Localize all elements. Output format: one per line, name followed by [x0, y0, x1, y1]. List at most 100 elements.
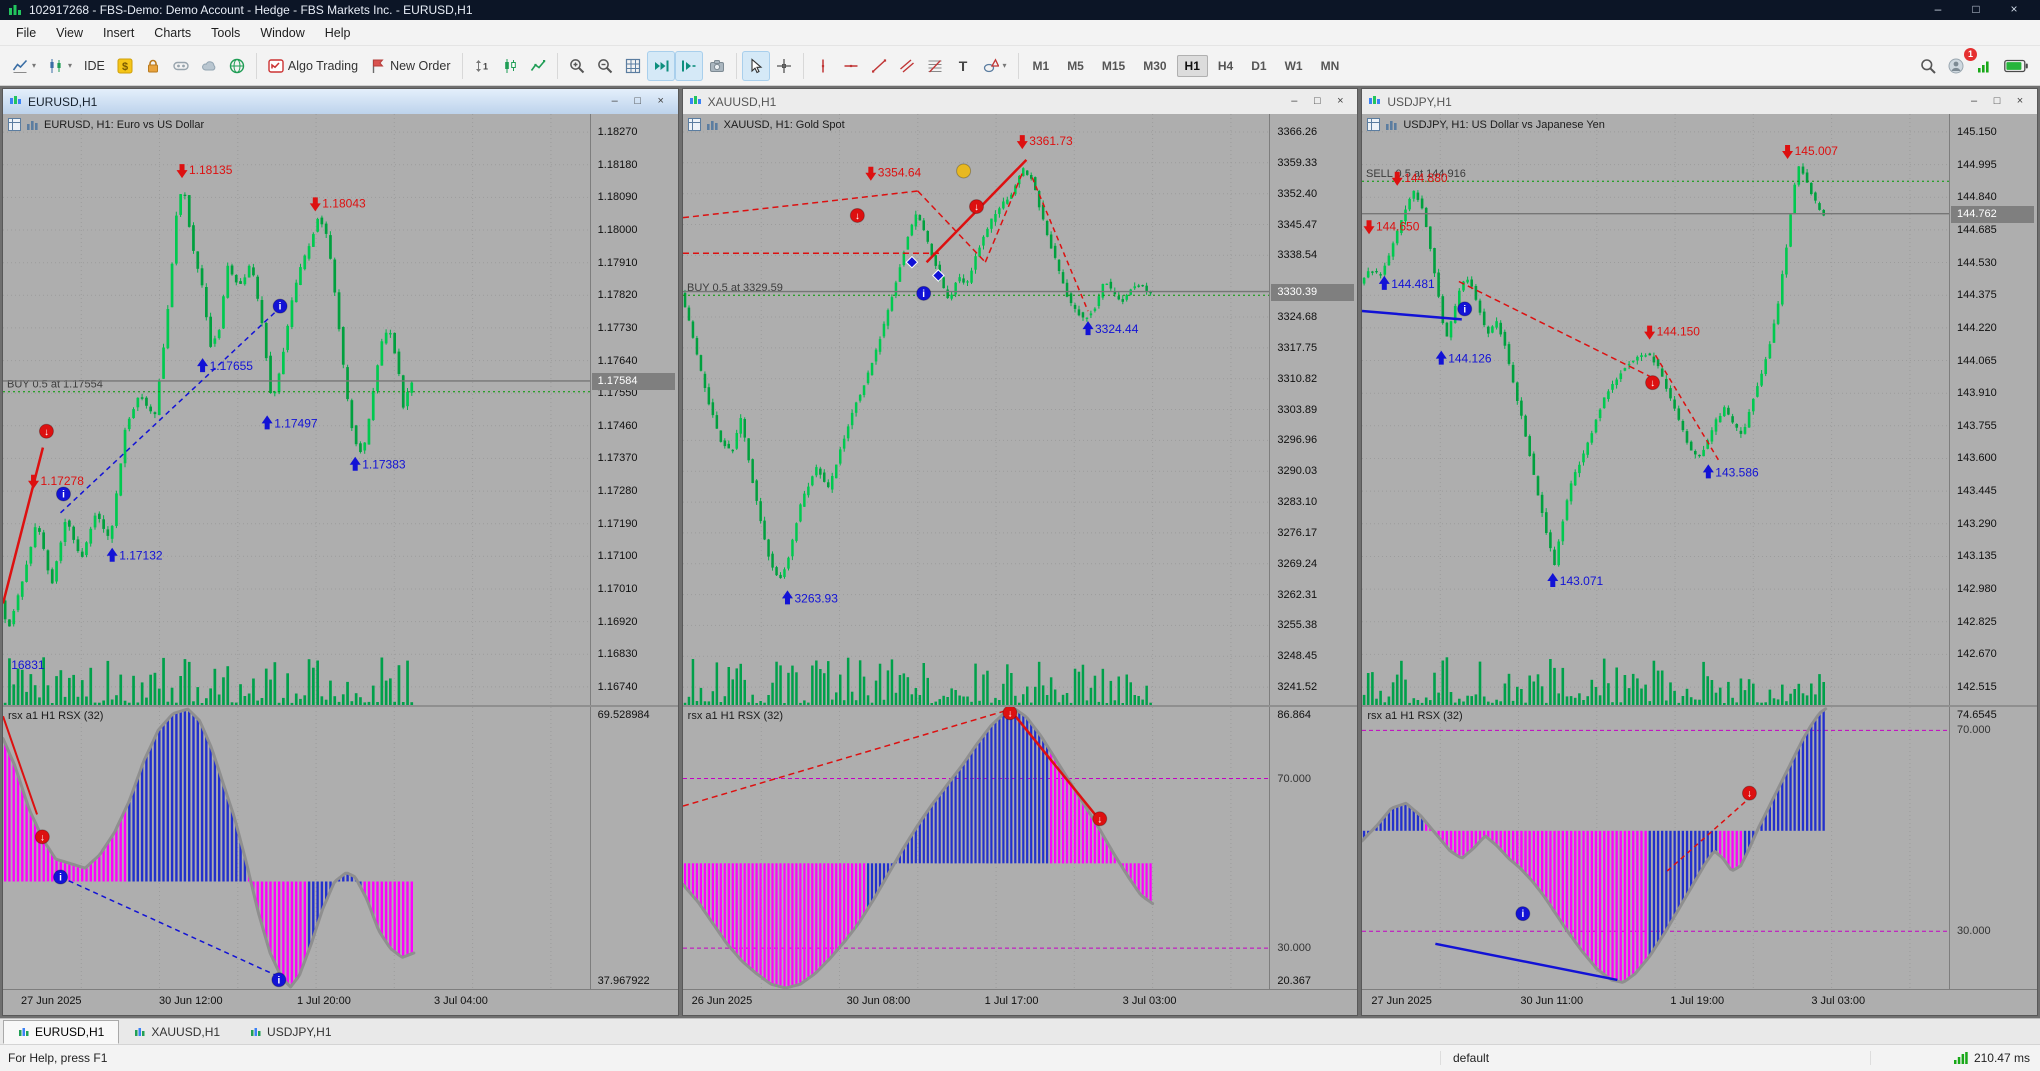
window-controls: – □ × [1920, 0, 2032, 20]
zoom-out-button[interactable] [591, 51, 619, 81]
fibonacci-button[interactable] [921, 51, 949, 81]
ide-button[interactable]: IDE [78, 51, 111, 81]
security-button[interactable] [139, 51, 167, 81]
new-order-button[interactable]: New Order [364, 51, 456, 81]
cursor-button[interactable] [741, 50, 770, 81]
indicator-area[interactable]: ↓ ↓ rsx a1 H1 RSX (32) [682, 707, 1270, 989]
menu-help[interactable]: Help [315, 23, 361, 43]
price-axis[interactable]: 145.150 144.995 144.840 144.685 144.530 144.3… [1949, 114, 2038, 705]
price-tick: 3310.82 [1277, 373, 1318, 385]
timeframe-m30-button[interactable]: M30 [1135, 55, 1174, 77]
app-titlebar: 102917268 - FBS-Demo: Demo Account - Hed… [0, 0, 2040, 20]
chart-maximize-button[interactable]: □ [627, 93, 649, 111]
battery-indicator[interactable] [1998, 51, 2034, 81]
chart-minimize-button[interactable]: – [604, 93, 626, 111]
timeframe-mn-button[interactable]: MN [1313, 55, 1348, 77]
status-profile[interactable]: default [1440, 1051, 1870, 1065]
market-button[interactable] [223, 51, 251, 81]
candlestick-chart-button[interactable] [496, 51, 524, 81]
channel-button[interactable] [893, 51, 921, 81]
chart-close-button[interactable]: × [2009, 93, 2031, 111]
indicator-axis[interactable]: 86.864 20.367 70.000 30.000 [1269, 707, 1358, 989]
tab-usdjpy[interactable]: USDJPY,H1 [235, 1020, 346, 1044]
timeframe-w1-button[interactable]: W1 [1277, 55, 1311, 77]
connection-status[interactable]: 210.47 ms [1870, 1051, 2040, 1065]
tile-windows-button[interactable] [619, 51, 647, 81]
time-axis-label: 26 Jun 2025 [691, 995, 753, 1007]
menu-charts[interactable]: Charts [144, 23, 201, 43]
timeframe-m15-button[interactable]: M15 [1094, 55, 1133, 77]
horizontal-line-button[interactable] [837, 51, 865, 81]
menu-tools[interactable]: Tools [201, 23, 250, 43]
chart-window-titlebar[interactable]: USDJPY,H1 – □ × [1362, 89, 2038, 114]
candlestick-canvas[interactable]: SELL 0.5 at 144.916i↓145.007144.880144.6… [1362, 114, 1950, 705]
signal-price-label: 144.880 [1405, 171, 1449, 185]
maximize-button[interactable]: □ [1958, 0, 1994, 20]
time-axis-label: 3 Jul 03:00 [1811, 995, 1866, 1007]
timeframe-m1-button[interactable]: M1 [1025, 55, 1058, 77]
chart-minimize-button[interactable]: – [1963, 93, 1985, 111]
tab-xauusd[interactable]: XAUUSD,H1 [119, 1020, 235, 1044]
crosshair-button[interactable] [770, 51, 798, 81]
chart-minimize-button[interactable]: – [1283, 93, 1305, 111]
chart-shift-button[interactable] [674, 50, 703, 81]
scale-fix-button[interactable]: 1 [468, 51, 496, 81]
menu-insert[interactable]: Insert [93, 23, 144, 43]
chart-type-button[interactable]: ▾ [42, 51, 78, 81]
menu-file[interactable]: File [6, 23, 46, 43]
rsx-indicator-canvas[interactable]: ↓↓ [682, 707, 1270, 989]
auto-scroll-button[interactable] [646, 50, 675, 81]
time-axis[interactable]: 26 Jun 2025 30 Jun 08:00 1 Jul 17:00 3 Jul … [682, 989, 1358, 1015]
menu-window[interactable]: Window [250, 23, 314, 43]
price-tick: 1.17190 [597, 518, 638, 530]
menu-view[interactable]: View [46, 23, 93, 43]
time-axis[interactable]: 27 Jun 2025 30 Jun 11:00 1 Jul 19:00 3 Jul … [1362, 989, 2038, 1015]
algo-trading-button[interactable]: Algo Trading [262, 51, 364, 81]
chart-window-titlebar[interactable]: EURUSD,H1 – □ × [3, 89, 678, 114]
indicator-area[interactable]: ↓ i i rsx a1 H1 RSX (32) [3, 707, 590, 989]
price-axis[interactable]: 3366.26 3359.33 3352.40 3345.47 3338.54 3324.… [1269, 114, 1358, 705]
candlestick-canvas[interactable]: BUY 0.5 at 1.17554↓ii1.181351.180431.172… [3, 114, 590, 705]
svg-text:$: $ [122, 61, 128, 73]
chart-maximize-button[interactable]: □ [1306, 93, 1328, 111]
indicators-button[interactable]: ▾ [6, 51, 42, 81]
line-chart-button[interactable] [524, 51, 552, 81]
indicator-area[interactable]: i ↓ rsx a1 H1 RSX (32) [1362, 707, 1950, 989]
close-button[interactable]: × [1996, 0, 2032, 20]
chart-window-titlebar[interactable]: XAUUSD,H1 – □ × [682, 89, 1358, 114]
minimize-button[interactable]: – [1920, 0, 1956, 20]
trendline-button[interactable] [865, 51, 893, 81]
indicator-axis[interactable]: 69.528984 37.967922 [589, 707, 678, 989]
chart-close-button[interactable]: × [1329, 93, 1351, 111]
rsx-indicator-canvas[interactable]: ↓ i i [3, 707, 590, 989]
rsx-indicator-canvas[interactable]: i↓ [1362, 707, 1950, 989]
window-title: 102917268 - FBS-Demo: Demo Account - Hed… [29, 3, 473, 17]
indicator-axis[interactable]: 74.6545 70.000 30.000 [1949, 707, 2038, 989]
text-tool-button[interactable]: T [949, 51, 977, 81]
api-button[interactable] [167, 51, 195, 81]
price-chart-area[interactable]: SELL 0.5 at 144.916 i ↓ 145.007 144.880 144.6… [1362, 114, 1950, 705]
screenshot-button[interactable] [703, 51, 731, 81]
timeframe-h1-button[interactable]: H1 [1176, 54, 1208, 77]
timeframe-d1-button[interactable]: D1 [1243, 55, 1274, 77]
zoom-in-button[interactable] [563, 51, 591, 81]
tab-eurusd[interactable]: EURUSD,H1 [3, 1020, 120, 1044]
chart-close-button[interactable]: × [650, 93, 672, 111]
timeframe-m5-button[interactable]: M5 [1059, 55, 1092, 77]
shapes-button[interactable]: ▾ [977, 51, 1013, 81]
price-tick: 3248.45 [1277, 650, 1318, 662]
price-tick: 1.17370 [597, 452, 638, 464]
vertical-line-button[interactable] [809, 51, 837, 81]
deposit-button[interactable]: $ [111, 51, 139, 81]
price-axis[interactable]: 1.18270 1.18180 1.18090 1.18000 1.17910 1.178… [589, 114, 678, 705]
indicator-scale-min: 37.967922 [597, 975, 650, 987]
price-chart-area[interactable]: BUY 0.5 at 1.17554 ↓ i i 1.18135 1.18043 1.172… [3, 114, 590, 705]
chart-maximize-button[interactable]: □ [1986, 93, 2008, 111]
time-axis[interactable]: 27 Jun 2025 30 Jun 12:00 1 Jul 20:00 3 Jul … [3, 989, 678, 1015]
timeframe-h4-button[interactable]: H4 [1210, 55, 1241, 77]
cloud-button[interactable] [195, 51, 223, 81]
candlestick-canvas[interactable]: BUY 0.5 at 3329.59 ↓ i ↓ 3354.64 3361.73 3324.… [682, 114, 1270, 705]
search-button[interactable] [1914, 51, 1942, 81]
notifications-button[interactable]: 1 [1942, 47, 1977, 81]
price-chart-area[interactable]: BUY 0.5 at 3329.59 ↓ i ↓ 3354.64 3361.73 3324.… [682, 114, 1270, 705]
